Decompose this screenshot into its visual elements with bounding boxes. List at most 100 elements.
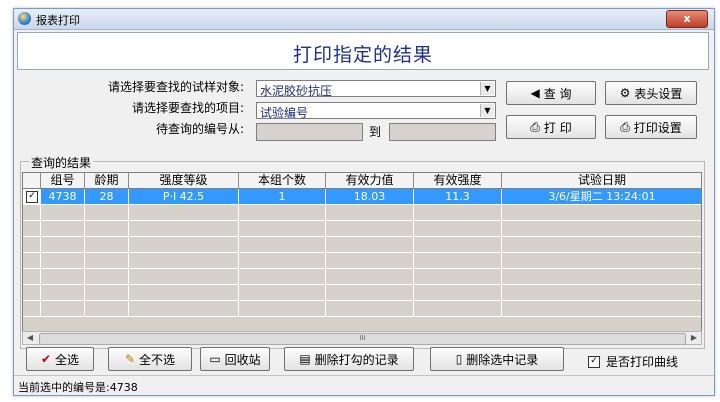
chevron-down-icon[interactable]: ▼ [480,82,494,95]
empty-table-cell [326,205,414,221]
recycle-bin-button[interactable]: ▭ 回收站 [200,347,270,371]
empty-table-cell [129,253,239,269]
empty-table-row [23,221,701,237]
column-header[interactable]: 本组个数 [239,173,326,188]
delete-selected-button[interactable]: ▯ 删除选中记录 [430,347,564,371]
empty-table-cell [41,269,85,285]
empty-table-cell [239,301,326,317]
horizontal-scrollbar[interactable]: ◀ III ▶ [22,331,702,345]
title-bar[interactable]: 报表打印 x [14,9,714,30]
table-cell: 18.03 [326,189,414,205]
scroll-left-icon[interactable]: ◀ [23,332,37,344]
print-settings-button[interactable]: ⎙ 打印设置 [605,115,697,139]
table-cell: 4738 [41,189,85,205]
table-cell: 11.3 [414,189,502,205]
status-text: 当前选中的编号是:4738 [18,381,138,394]
empty-table-cell [239,253,326,269]
empty-table-cell [23,237,41,253]
header-band: 打印指定的结果 [17,32,709,70]
empty-table-cell [41,205,85,221]
empty-table-cell [41,237,85,253]
table-header: 组号 龄期 强度等级 本组个数 有效力值 有效强度 试验日期 [23,173,701,189]
empty-table-cell [85,285,129,301]
empty-table-cell [414,285,502,301]
empty-table-cell [129,205,239,221]
empty-table-cell [326,253,414,269]
brush-icon: ✎ [124,352,136,366]
column-header[interactable]: 强度等级 [129,173,239,188]
empty-table-cell [41,301,85,317]
column-header[interactable]: 试验日期 [502,173,701,188]
empty-table-cell [85,205,129,221]
header-settings-button[interactable]: ⚙ 表头设置 [605,81,697,105]
empty-table-cell [326,237,414,253]
empty-table-cell [129,237,239,253]
range-from-input[interactable] [256,123,363,141]
object-select[interactable]: 水泥胶砂抗压 ▼ [256,80,496,98]
query-button[interactable]: ◀ 查 询 [506,81,596,105]
window-title: 报表打印 [36,14,80,27]
empty-table-cell [23,269,41,285]
empty-table-cell [239,237,326,253]
row-checkbox-cell[interactable]: ✓ [23,189,41,205]
empty-table-cell [414,237,502,253]
header-settings-icon: ⚙ [619,86,631,100]
scroll-right-icon[interactable]: ▶ [687,332,701,344]
empty-table-row [23,237,701,253]
empty-table-cell [85,253,129,269]
results-table[interactable]: 组号 龄期 强度等级 本组个数 有效力值 有效强度 试验日期 ✓ 4738 28… [22,172,702,332]
empty-table-row [23,253,701,269]
empty-table-cell [502,269,701,285]
range-to-input[interactable] [389,123,496,141]
column-header[interactable]: 有效力值 [326,173,414,188]
empty-table-row [23,285,701,301]
empty-table-cell [502,285,701,301]
empty-table-cell [239,205,326,221]
page-title: 打印指定的结果 [292,44,433,66]
close-button[interactable]: x [666,10,708,28]
column-header[interactable]: 龄期 [85,173,129,188]
item-select-value: 试验编号 [260,106,309,120]
empty-table-cell [23,253,41,269]
table-row[interactable]: ✓ 4738 28 P·I 42.5 1 18.03 11.3 3/6/星期二 … [23,189,701,205]
empty-table-cell [326,269,414,285]
deselect-all-button[interactable]: ✎ 全不选 [108,347,192,371]
chevron-down-icon[interactable]: ▼ [480,104,494,117]
empty-table-row [23,269,701,285]
empty-table-cell [23,285,41,301]
checkmark-icon: ✔ [40,352,52,366]
range-to-label: 到 [369,125,382,139]
empty-table-cell [414,269,502,285]
empty-table-cell [41,221,85,237]
empty-table-row [23,301,701,317]
delete-checked-button[interactable]: ▤ 删除打勾的记录 [284,347,414,371]
report-print-window: 报表打印 x 打印指定的结果 请选择要查找的试样对象: 水泥胶砂抗压 ▼ 请选择… [13,8,715,396]
range-label: 待查询的编号从: [155,122,244,136]
item-select[interactable]: 试验编号 ▼ [256,102,496,120]
item-label: 请选择要查找的项目: [131,101,244,115]
query-icon: ◀ [530,86,540,100]
empty-table-cell [326,221,414,237]
column-header[interactable]: 有效强度 [414,173,502,188]
print-button[interactable]: ⎙ 打 印 [506,115,596,139]
print-curve-label: 是否打印曲线 [606,355,679,369]
checkmark-icon[interactable]: ✓ [588,355,600,368]
empty-table-cell [23,301,41,317]
object-label: 请选择要查找的试样对象: [107,80,244,94]
column-header[interactable]: 组号 [41,173,85,188]
printer-icon: ⎙ [530,119,540,134]
empty-table-cell [85,301,129,317]
folder-icon: ▭ [209,352,221,366]
empty-table-cell [414,301,502,317]
empty-table-cell [502,253,701,269]
scroll-thumb[interactable]: III [39,333,686,345]
empty-table-cell [23,221,41,237]
checkmark-icon[interactable]: ✓ [26,191,38,203]
table-cell: 3/6/星期二 13:24:01 [502,189,701,205]
empty-table-row [23,205,701,221]
print-curve-checkbox[interactable]: ✓ 是否打印曲线 [588,353,678,370]
empty-table-cell [239,221,326,237]
table-cell: P·I 42.5 [129,189,239,205]
empty-table-cell [129,285,239,301]
select-all-button[interactable]: ✔ 全选 [26,347,94,371]
